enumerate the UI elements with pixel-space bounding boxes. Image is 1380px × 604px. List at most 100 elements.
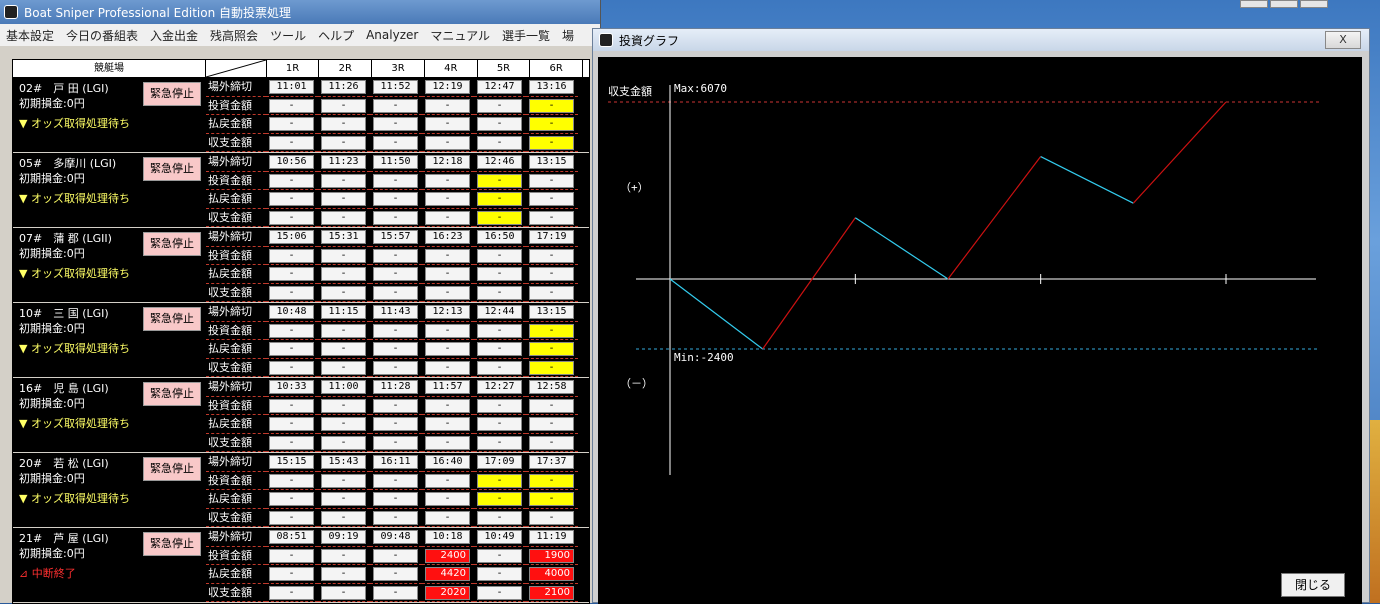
- balance-cell-wrap: -: [370, 209, 422, 227]
- balance-cell: -: [425, 510, 470, 525]
- emergency-stop-button[interactable]: 緊急停止: [143, 307, 201, 331]
- invest-cell-wrap: -: [526, 247, 578, 265]
- refund-cell-wrap: -: [318, 415, 370, 434]
- menu-item[interactable]: ヘルプ: [312, 27, 360, 44]
- invest-cell-wrap: -: [526, 322, 578, 340]
- race-column: 09:48 - - -: [370, 528, 422, 602]
- graph-close-x-button[interactable]: X: [1325, 31, 1361, 49]
- close-time-cell: 10:48: [269, 305, 314, 319]
- refund-cell-wrap: -: [422, 190, 474, 209]
- negative-region-label: （－）: [620, 377, 653, 390]
- race-column: 11:28 - - -: [370, 378, 422, 452]
- close-time-cell: 09:19: [321, 530, 366, 544]
- close-time-cell: 12:46: [477, 155, 522, 169]
- refund-cell: -: [425, 267, 470, 281]
- refund-cell-wrap: -: [422, 340, 474, 359]
- menu-item[interactable]: マニュアル: [424, 27, 496, 44]
- close-time-cell: 13:15: [529, 305, 574, 319]
- emergency-stop-button[interactable]: 緊急停止: [143, 532, 201, 556]
- invest-cell-wrap: -: [370, 397, 422, 415]
- invest-cell: -: [477, 173, 522, 188]
- invest-cell: -: [477, 323, 522, 338]
- refund-cell: -: [425, 492, 470, 506]
- invest-cell: -: [477, 248, 522, 263]
- row-label: 収支金額: [206, 434, 266, 452]
- balance-chart: 収支金額 Max:6070 Min:-2400 （+） （－）: [608, 82, 1320, 475]
- close-time-cell: 11:26: [321, 80, 366, 94]
- menu-item[interactable]: 場: [556, 27, 580, 44]
- refund-cell-wrap: -: [526, 265, 578, 284]
- menu-item[interactable]: 今日の番組表: [60, 27, 144, 44]
- balance-cell-wrap: -: [370, 134, 422, 152]
- race-column: 12:13 - - -: [422, 303, 474, 377]
- close-time-cell-wrap: 11:15: [318, 303, 370, 322]
- balance-cell-wrap: -: [422, 434, 474, 452]
- emergency-stop-button[interactable]: 緊急停止: [143, 157, 201, 181]
- refund-cell-wrap: -: [422, 415, 474, 434]
- invest-cell: -: [269, 98, 314, 113]
- balance-cell: -: [425, 285, 470, 300]
- race-column: 11:23 - - -: [318, 153, 370, 227]
- row-label: 場外締切: [206, 378, 266, 397]
- close-time-cell-wrap: 12:46: [474, 153, 526, 172]
- close-time-cell-wrap: 13:16: [526, 78, 578, 97]
- menu-item[interactable]: 残高照会: [204, 27, 264, 44]
- balance-cell-wrap: -: [526, 434, 578, 452]
- emergency-stop-button[interactable]: 緊急停止: [143, 232, 201, 256]
- close-time-cell: 12:47: [477, 80, 522, 94]
- refund-cell: -: [529, 117, 574, 131]
- refund-cell-wrap: -: [422, 490, 474, 509]
- invest-cell-wrap: -: [318, 397, 370, 415]
- venue-status: ▼ オッズ取得処理待ち: [19, 192, 130, 205]
- close-time-cell: 16:50: [477, 230, 522, 244]
- menu-item[interactable]: 入金出金: [144, 27, 204, 44]
- balance-segment: [855, 217, 949, 280]
- row-label: 払戻金額: [206, 190, 266, 209]
- balance-cell: -: [477, 210, 522, 225]
- balance-cell: -: [373, 135, 418, 150]
- refund-cell: -: [321, 567, 366, 581]
- row-label: 払戻金額: [206, 340, 266, 359]
- menu-item[interactable]: Analyzer: [360, 28, 424, 42]
- balance-cell-wrap: -: [318, 359, 370, 377]
- close-icon[interactable]: [1300, 0, 1328, 8]
- row-label: 収支金額: [206, 134, 266, 152]
- menu-item[interactable]: ツール: [264, 27, 312, 44]
- invest-cell-wrap: -: [422, 97, 474, 115]
- race-column: 11:57 - - -: [422, 378, 474, 452]
- balance-cell-wrap: -: [318, 209, 370, 227]
- menu-item[interactable]: 選手一覧: [496, 27, 556, 44]
- emergency-stop-button[interactable]: 緊急停止: [143, 457, 201, 481]
- maximize-icon[interactable]: [1270, 0, 1298, 8]
- invest-cell-wrap: -: [266, 247, 318, 265]
- close-time-cell-wrap: 13:15: [526, 153, 578, 172]
- invest-cell-wrap: -: [266, 97, 318, 115]
- close-time-cell-wrap: 15:57: [370, 228, 422, 247]
- venue-status: ▼ オッズ取得処理待ち: [19, 267, 130, 280]
- emergency-stop-button[interactable]: 緊急停止: [143, 82, 201, 106]
- invest-cell-wrap: -: [474, 172, 526, 190]
- close-time-cell: 17:09: [477, 455, 522, 469]
- invest-cell-wrap: -: [266, 322, 318, 340]
- close-time-cell-wrap: 10:49: [474, 528, 526, 547]
- invest-cell-wrap: -: [266, 472, 318, 490]
- minimize-icon[interactable]: [1240, 0, 1268, 8]
- close-time-cell: 08:51: [269, 530, 314, 544]
- invest-cell: -: [269, 398, 314, 413]
- race-column: 15:57 - - -: [370, 228, 422, 302]
- invest-cell: -: [321, 98, 366, 113]
- close-time-cell-wrap: 12:27: [474, 378, 526, 397]
- close-time-cell: 11:52: [373, 80, 418, 94]
- close-time-cell: 11:15: [321, 305, 366, 319]
- invest-cell: -: [321, 173, 366, 188]
- menu-item[interactable]: 基本設定: [0, 27, 60, 44]
- close-time-cell: 17:37: [529, 455, 574, 469]
- refund-cell-wrap: -: [526, 115, 578, 134]
- refund-cell: -: [269, 417, 314, 431]
- close-time-cell: 16:11: [373, 455, 418, 469]
- emergency-stop-button[interactable]: 緊急停止: [143, 382, 201, 406]
- row-label: 収支金額: [206, 209, 266, 227]
- close-button[interactable]: 閉じる: [1281, 573, 1345, 597]
- invest-cell-wrap: -: [318, 172, 370, 190]
- balance-cell: -: [425, 435, 470, 450]
